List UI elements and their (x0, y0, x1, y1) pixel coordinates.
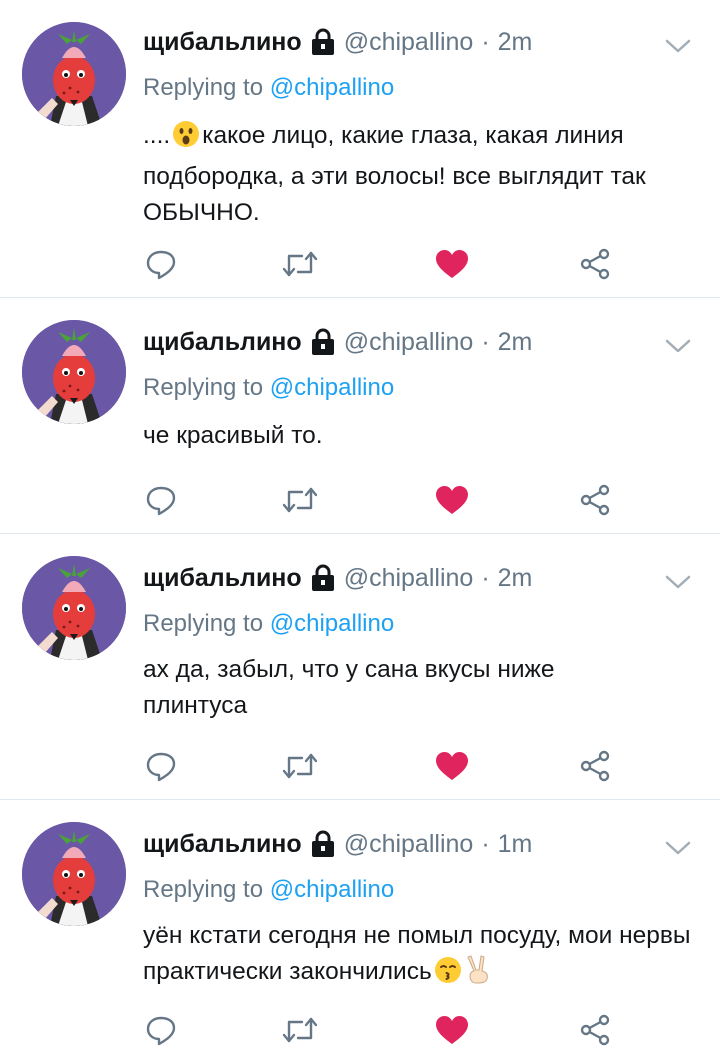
author-handle[interactable]: @chipallino (344, 328, 474, 357)
lock-icon (311, 830, 335, 858)
replying-to-link[interactable]: @chipallino (270, 74, 394, 101)
reply-icon[interactable] (141, 244, 181, 284)
tweet-text: ах да, забыл, что у сана вкусы ниже плин… (143, 656, 555, 719)
share-icon[interactable] (576, 480, 616, 520)
tweet[interactable]: щибальлино @chipallino · 2m Replying to … (0, 534, 720, 800)
chevron-down-icon[interactable] (664, 572, 692, 592)
replying-to: Replying to @chipallino (143, 374, 394, 402)
share-icon[interactable] (576, 1010, 616, 1050)
replying-to-label: Replying to (143, 610, 264, 637)
heart-icon[interactable] (432, 244, 472, 284)
reply-icon[interactable] (141, 1010, 181, 1050)
tweet[interactable]: щибальлино @chipallino · 1m Replying to … (0, 800, 720, 1062)
replying-to-label: Replying to (143, 876, 264, 903)
retweet-icon[interactable] (280, 1010, 320, 1050)
heart-icon[interactable] (432, 480, 472, 520)
chevron-down-icon[interactable] (664, 36, 692, 56)
author-name[interactable]: щибальлино (143, 830, 302, 859)
avatar-image (22, 22, 126, 126)
lock-icon (311, 328, 335, 356)
replying-to: Replying to @chipallino (143, 610, 394, 638)
replying-to-link[interactable]: @chipallino (270, 374, 394, 401)
tweet-time[interactable]: 1m (498, 830, 533, 859)
avatar[interactable] (22, 822, 126, 926)
author-handle[interactable]: @chipallino (344, 564, 474, 593)
heart-icon[interactable] (432, 1010, 472, 1050)
avatar-image (22, 822, 126, 926)
author-name[interactable]: щибальлино (143, 28, 302, 57)
timeline: щибальлино @chipallino · 2m Replying to … (0, 0, 720, 1062)
reply-icon[interactable] (141, 480, 181, 520)
separator-dot: · (481, 27, 490, 56)
heart-icon[interactable] (432, 746, 472, 786)
author-handle[interactable]: @chipallino (344, 28, 474, 57)
avatar[interactable] (22, 22, 126, 126)
lock-icon (311, 28, 335, 56)
tweet-time[interactable]: 2m (498, 564, 533, 593)
tweet-text: уён кстати сегодня не помыл посуду, мои … (143, 918, 703, 995)
separator-dot: · (481, 327, 490, 356)
tweet[interactable]: щибальлино @chipallino · 2m Replying to … (0, 298, 720, 534)
kissing-face-emoji (434, 956, 462, 995)
tweet-text-main: уён кстати сегодня не помыл посуду, мои … (143, 922, 691, 985)
tweet-text-main: какое лицо, какие глаза, какая линия под… (143, 122, 646, 226)
author-name[interactable]: щибальлино (143, 564, 302, 593)
replying-to-link[interactable]: @chipallino (270, 876, 394, 903)
retweet-icon[interactable] (280, 480, 320, 520)
share-icon[interactable] (576, 746, 616, 786)
avatar-image (22, 320, 126, 424)
avatar-image (22, 556, 126, 660)
tweet-text-prefix: .... (143, 122, 171, 149)
replying-to-label: Replying to (143, 74, 264, 101)
reply-icon[interactable] (141, 746, 181, 786)
tweet-time[interactable]: 2m (498, 328, 533, 357)
retweet-icon[interactable] (280, 244, 320, 284)
tweet[interactable]: щибальлино @chipallino · 2m Replying to … (0, 0, 720, 298)
astonished-face-emoji (172, 120, 200, 159)
replying-to-label: Replying to (143, 374, 264, 401)
avatar[interactable] (22, 320, 126, 424)
chevron-down-icon[interactable] (664, 838, 692, 858)
tweet-text: .... какое лицо, какие глаза, какая линия… (143, 118, 703, 231)
separator-dot: · (481, 829, 490, 858)
avatar[interactable] (22, 556, 126, 660)
replying-to: Replying to @chipallino (143, 876, 394, 904)
separator-dot: · (481, 563, 490, 592)
retweet-icon[interactable] (280, 746, 320, 786)
replying-to: Replying to @chipallino (143, 74, 394, 102)
chevron-down-icon[interactable] (664, 336, 692, 356)
replying-to-link[interactable]: @chipallino (270, 610, 394, 637)
share-icon[interactable] (576, 244, 616, 284)
lock-icon (311, 564, 335, 592)
tweet-time[interactable]: 2m (498, 28, 533, 57)
author-handle[interactable]: @chipallino (344, 830, 474, 859)
tweet-text: че красивый то. (143, 422, 323, 449)
victory-hand-emoji (466, 954, 490, 995)
author-name[interactable]: щибальлино (143, 328, 302, 357)
